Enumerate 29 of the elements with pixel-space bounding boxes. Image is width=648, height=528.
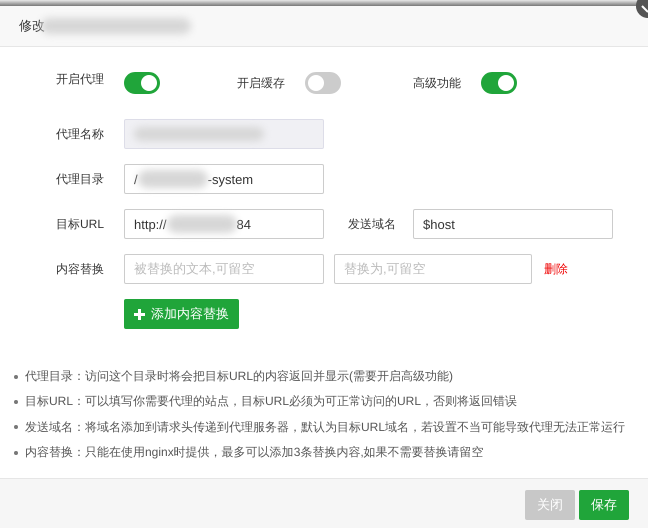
field-label: 发送域名: [348, 216, 397, 232]
plus-icon: [134, 308, 145, 320]
text-field[interactable]: 替换为,可留空: [334, 254, 532, 284]
help-note: 内容替换：只能在使用nginx时提供，最多可以添加3条替换内容,如果不需要替换请留空: [25, 444, 484, 462]
field-label: 目标URL: [54, 216, 104, 232]
toggle-switch[interactable]: [481, 72, 517, 94]
text-field[interactable]: http:// 84: [124, 209, 324, 239]
text-field[interactable]: $host: [413, 209, 613, 239]
toggle-label: 开启代理: [55, 70, 104, 88]
toggle-label: 高级功能: [412, 74, 461, 92]
help-note: 代理目录：访问这个目录时将会把目标URL的内容返回并显示(需要开启高级功能): [25, 368, 453, 386]
help-note: 目标URL：可以填写你需要代理的站点，目标URL必须为可正常访问的URL，否则将返回错误: [25, 393, 518, 410]
bullet-icon: [14, 450, 18, 455]
footer-button[interactable]: 保存: [579, 490, 629, 520]
toggle-switch[interactable]: [305, 72, 341, 94]
text-field[interactable]: / -system: [124, 164, 324, 194]
toggle-label: 开启缓存: [236, 74, 285, 92]
field-label: 内容替换: [55, 260, 104, 278]
delete-link[interactable]: 删除: [544, 260, 568, 278]
bullet-icon: [14, 425, 18, 430]
bullet-icon: [14, 374, 18, 379]
add-replacement-button[interactable]: 添加内容替换: [124, 299, 239, 329]
dialog-title: 修改: [19, 17, 45, 35]
field-label: 代理名称: [55, 126, 104, 142]
toggle-switch[interactable]: [124, 72, 160, 94]
help-note: 发送域名：将域名添加到请求头传递到代理服务器，默认为目标URL域名，若设置不当可能导致代理无法正常运行: [25, 418, 626, 436]
text-field[interactable]: 被替换的文本,可留空: [124, 254, 324, 284]
field-label: 代理目录: [55, 170, 104, 188]
bullet-icon: [14, 400, 18, 404]
